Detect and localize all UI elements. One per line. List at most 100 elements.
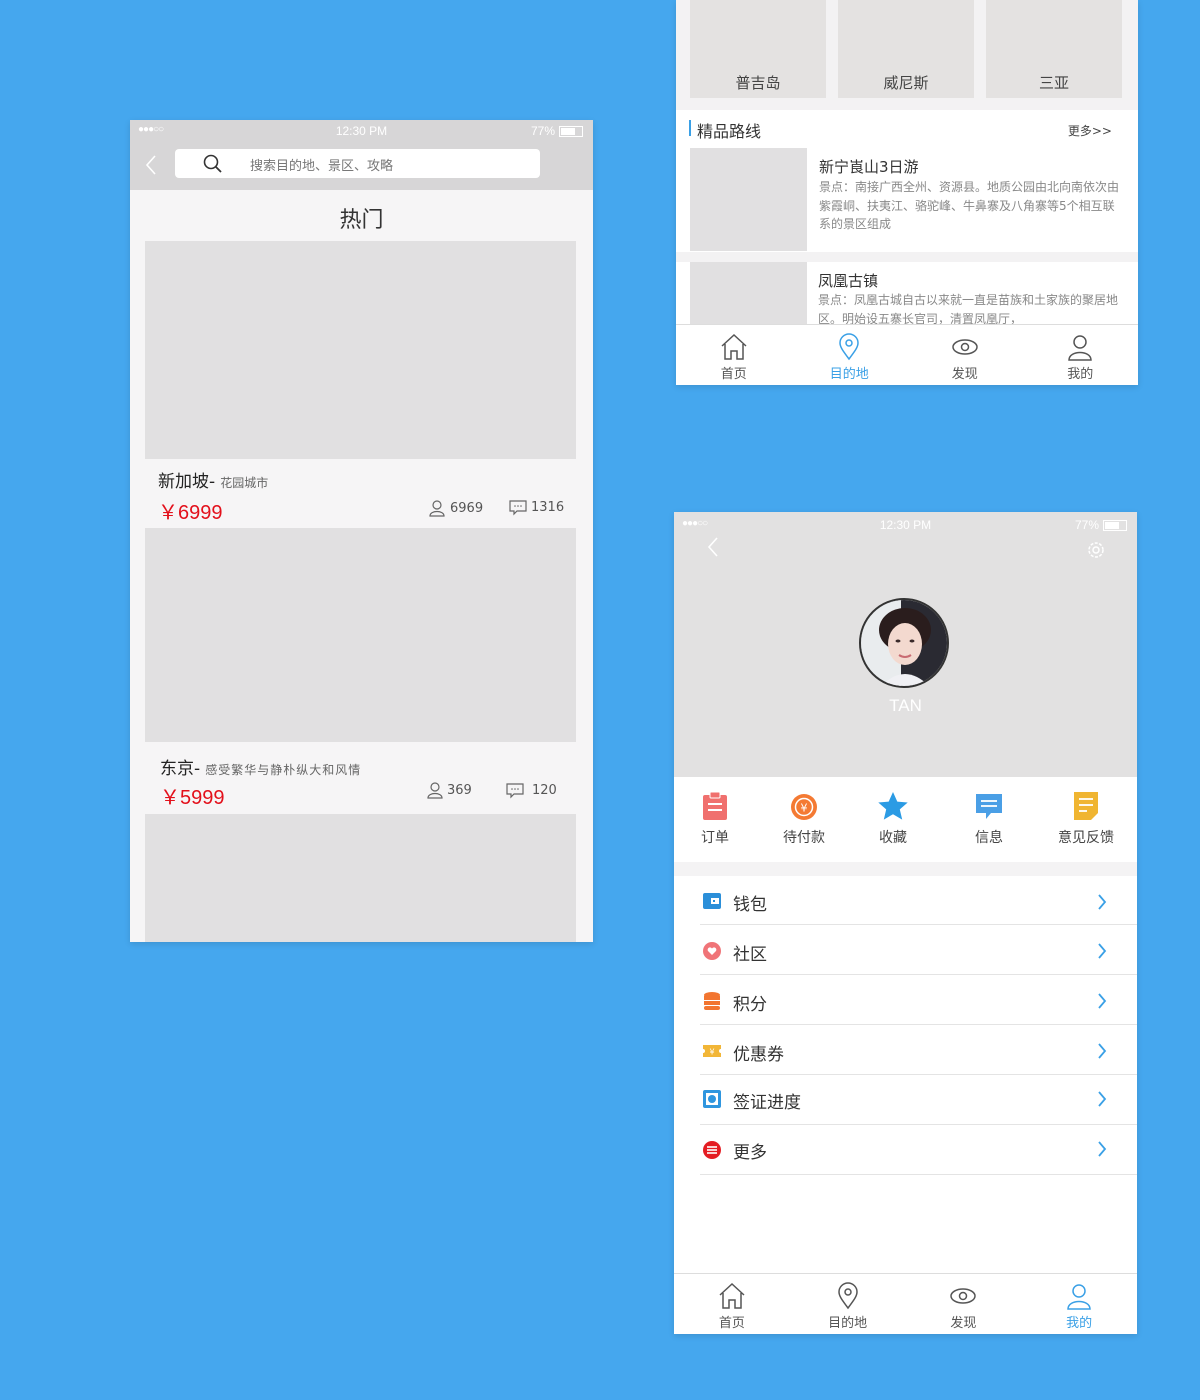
tab-destination[interactable]: 目的地: [792, 325, 908, 385]
tab-mine[interactable]: 我的: [1021, 1274, 1137, 1334]
quick-action-label: 意见反馈: [1058, 830, 1114, 846]
item-name: 东京-: [160, 759, 201, 779]
place-name: 普吉岛: [735, 74, 781, 92]
quick-action-orders[interactable]: 订单: [690, 791, 740, 847]
location-pin-icon: [837, 1282, 858, 1310]
user-icon: [429, 500, 445, 517]
menu-item-community[interactable]: 社区: [674, 926, 1137, 975]
battery-text: 77%: [1074, 518, 1099, 532]
item-name: 新加坡-: [158, 472, 216, 492]
battery-icon: [1103, 520, 1127, 532]
quick-action-label: 收藏: [879, 830, 907, 846]
search-icon: [203, 154, 222, 173]
menu-divider: [700, 1124, 1137, 1125]
menu-item-label: 签证进度: [733, 1093, 801, 1113]
avatar-portrait: [861, 600, 947, 686]
search-input[interactable]: 搜索目的地、景区、攻略: [175, 149, 540, 178]
menu-item-points[interactable]: 积分: [674, 976, 1137, 1025]
menu-divider: [700, 1074, 1137, 1075]
section-divider: [674, 862, 1137, 876]
hot-item-image[interactable]: [145, 814, 576, 942]
coins-icon: [704, 992, 720, 1010]
user-icon: [1068, 335, 1093, 361]
menu-item-label: 积分: [733, 995, 767, 1015]
quick-action-pending-payment[interactable]: ¥ 待付款: [776, 793, 832, 847]
destination-screen: 普吉岛 威尼斯 三亚 精品路线 更多>> 新宁崀山3日游 景点：南接广西全州、资…: [676, 0, 1138, 385]
routes-section: 精品路线 更多>> 新宁崀山3日游 景点：南接广西全州、资源县。地质公园由北向南…: [676, 110, 1138, 332]
section-marker: [689, 120, 691, 136]
place-card[interactable]: 普吉岛: [690, 0, 826, 98]
hot-item-title[interactable]: 新加坡- 花园城市: [158, 467, 268, 492]
hot-header: ●●●○○ 12:30 PM 77% 搜索目的地、景区、攻略: [130, 120, 593, 190]
chevron-right-icon: [1098, 1141, 1107, 1157]
hot-item-title[interactable]: 东京- 感受繁华与静朴纵大和风情: [160, 754, 361, 779]
quick-action-label: 订单: [701, 830, 729, 846]
menu-divider: [700, 1024, 1137, 1025]
tab-label: 我的: [1067, 367, 1094, 382]
more-link[interactable]: 更多>>: [1068, 122, 1112, 139]
tab-destination[interactable]: 目的地: [790, 1274, 906, 1334]
hot-item-image[interactable]: [145, 241, 576, 459]
tab-label: 目的地: [828, 1316, 868, 1331]
menu-item-label: 优惠券: [733, 1045, 784, 1065]
place-name: 威尼斯: [883, 74, 929, 92]
eye-icon: [952, 339, 978, 355]
hot-item-image[interactable]: [145, 528, 576, 742]
item-price: ￥5999: [160, 787, 225, 809]
quick-action-feedback[interactable]: 意见反馈: [1052, 791, 1120, 847]
tab-bar: 首页 目的地 发现 我的: [674, 1273, 1137, 1334]
comment-icon: [509, 500, 527, 516]
avatar[interactable]: [859, 598, 949, 688]
comment-icon: [506, 783, 524, 799]
route-description: 景点：南接广西全州、资源县。地质公园由北向南依次由紫霞峒、扶夷江、骆驼峰、牛鼻寨…: [819, 180, 1119, 231]
community-icon: [703, 942, 721, 960]
route-item[interactable]: 凤凰古镇 景点：凤凰古城自古以来就一直是苗族和土家族的聚居地区。明始设五寨长官司…: [690, 262, 1136, 332]
battery-text: 77%: [530, 124, 555, 138]
chevron-right-icon: [1098, 1091, 1107, 1107]
search-placeholder: 搜索目的地、景区、攻略: [250, 159, 394, 174]
eye-icon: [950, 1288, 977, 1304]
page-title: 热门: [339, 208, 384, 233]
menu-item-more[interactable]: 更多: [674, 1126, 1137, 1175]
user-icon: [427, 782, 443, 799]
view-count: 369: [447, 783, 472, 798]
comment-count: 1316: [531, 500, 565, 515]
menu-item-wallet[interactable]: 钱包: [674, 876, 1137, 925]
tab-home[interactable]: 首页: [674, 1274, 790, 1334]
menu-divider: [700, 974, 1137, 975]
route-title: 凤凰古镇: [818, 272, 879, 290]
username: TAN: [889, 696, 922, 715]
visa-icon: [703, 1090, 721, 1108]
place-card[interactable]: 三亚: [986, 0, 1122, 98]
back-arrow-icon[interactable]: [144, 154, 158, 176]
quick-action-favorites[interactable]: 收藏: [868, 791, 918, 847]
more-icon: [703, 1141, 721, 1159]
status-time: 12:30 PM: [335, 124, 388, 138]
profile-header: ●●●○○ 12:30 PM 77% TAN: [674, 512, 1137, 777]
chevron-right-icon: [1098, 993, 1107, 1009]
menu-item-label: 钱包: [733, 895, 767, 915]
quick-action-messages[interactable]: 信息: [964, 793, 1014, 847]
tab-label: 首页: [718, 1316, 745, 1331]
item-price: ￥6999: [158, 502, 223, 524]
tab-discover[interactable]: 发现: [907, 325, 1023, 385]
route-item[interactable]: 新宁崀山3日游 景点：南接广西全州、资源县。地质公园由北向南依次由紫霞峒、扶夷江…: [690, 148, 1136, 251]
chevron-right-icon: [1098, 943, 1107, 959]
gear-icon[interactable]: [1085, 539, 1107, 561]
section-title: 精品路线: [697, 122, 762, 141]
tab-mine[interactable]: 我的: [1023, 325, 1139, 385]
quick-action-label: 信息: [975, 830, 1003, 846]
menu-item-visa-progress[interactable]: 签证进度: [674, 1076, 1137, 1125]
status-bar: ●●●○○ 12:30 PM 77%: [674, 514, 1137, 536]
back-arrow-icon[interactable]: [706, 536, 720, 558]
quick-actions: 订单 ¥ 待付款 收藏 信息 意见反馈: [674, 777, 1137, 862]
battery-icon: [559, 126, 583, 138]
menu-item-coupons[interactable]: ¥ 优惠券: [674, 1026, 1137, 1075]
coupon-icon: ¥: [703, 1045, 721, 1057]
item-subtitle: 花园城市: [220, 476, 269, 490]
tab-home[interactable]: 首页: [676, 325, 792, 385]
tab-discover[interactable]: 发现: [906, 1274, 1022, 1334]
place-card[interactable]: 威尼斯: [838, 0, 974, 98]
item-subtitle: 感受繁华与静朴纵大和风情: [205, 763, 362, 777]
route-title: 新宁崀山3日游: [819, 158, 919, 176]
